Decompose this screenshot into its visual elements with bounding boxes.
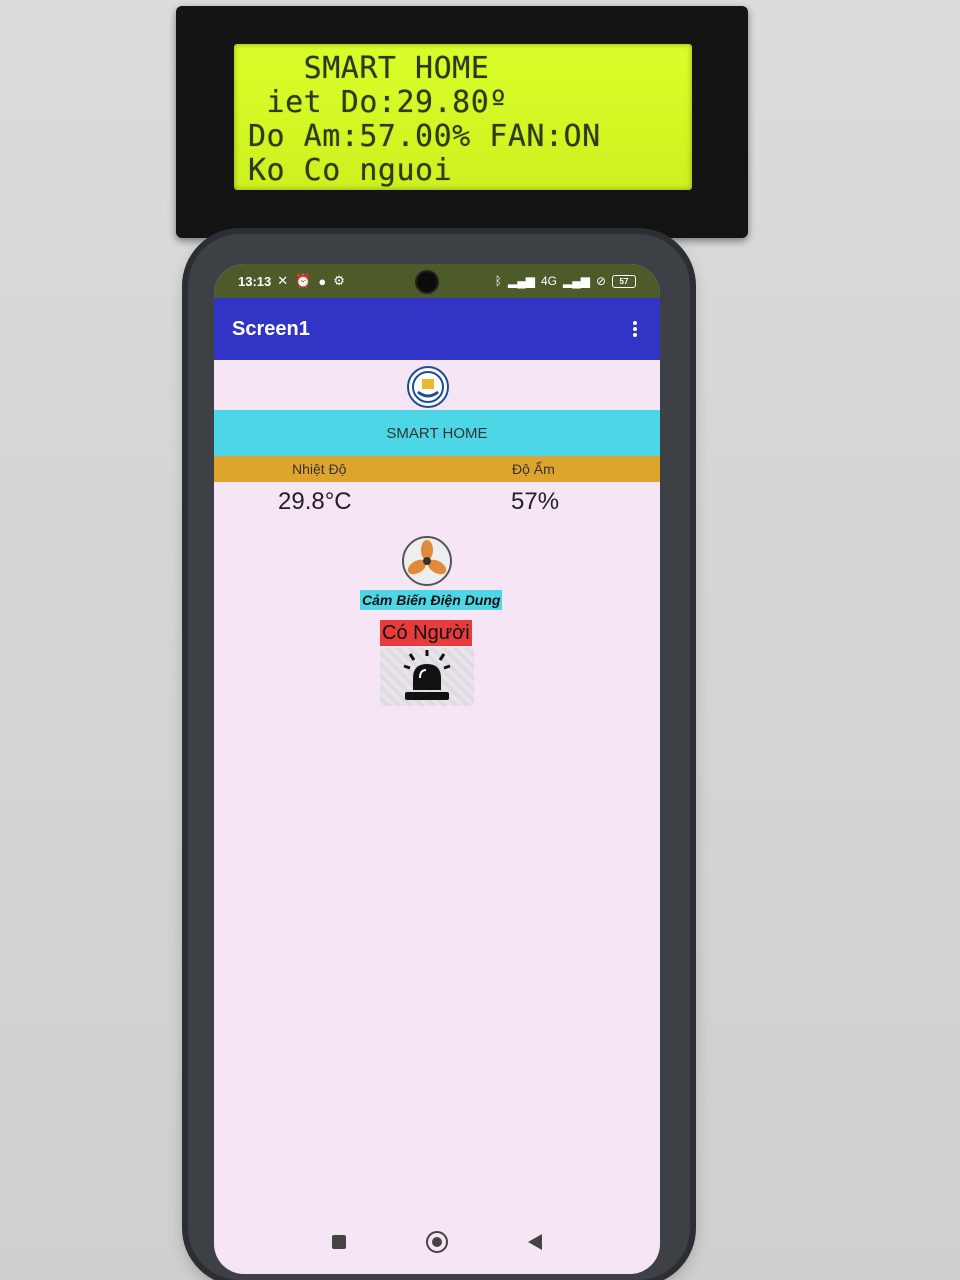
- temperature-value: 29.8°C: [278, 488, 352, 515]
- lcd-line-2: iet Do:29.80º: [248, 85, 508, 120]
- phone: 13:13 ✕ ⏰ ● ⚙ ᛒ ▂▄▆ 4G ▂▄▆ ⊘ 57 Screen1: [188, 234, 690, 1280]
- logo-icon: [407, 366, 449, 408]
- alarm-icon: ⏰: [295, 273, 312, 288]
- settings-icon: ⚙: [333, 273, 345, 288]
- signal-icon-2: ▂▄▆: [562, 274, 590, 288]
- app-bar: Screen1: [214, 298, 660, 360]
- status-icons-left: ✕ ⏰ ● ⚙: [277, 273, 345, 289]
- network-type: 4G: [540, 274, 557, 288]
- overflow-menu-icon[interactable]: [628, 317, 642, 341]
- status-bar: 13:13 ✕ ⏰ ● ⚙ ᛒ ▂▄▆ 4G ▂▄▆ ⊘ 57: [214, 264, 660, 298]
- back-button[interactable]: [528, 1234, 542, 1250]
- smart-home-banner: SMART HOME: [214, 410, 660, 456]
- recent-apps-button[interactable]: [332, 1235, 346, 1249]
- fan-button[interactable]: [402, 536, 452, 586]
- app-title: Screen1: [232, 317, 310, 340]
- status-time: 13:13: [238, 273, 272, 289]
- sensor-labels-row: Nhiệt Độ Độ Ẩm: [214, 456, 660, 482]
- lcd-line-4: Ko Co nguoi: [248, 153, 453, 188]
- lcd-module: SMART HOME iet Do:29.80º Do Am:57.00% FA…: [176, 6, 748, 238]
- lcd-line-1: SMART HOME: [248, 51, 490, 86]
- alarm-light-icon: [380, 648, 474, 706]
- lcd-screen: SMART HOME iet Do:29.80º Do Am:57.00% FA…: [234, 44, 692, 190]
- capacitive-sensor-label: Cảm Biến Điện Dung: [360, 590, 503, 610]
- temperature-label: Nhiệt Độ: [292, 461, 347, 477]
- navigation-bar: [214, 1210, 660, 1274]
- mute-icon: ✕: [277, 273, 289, 288]
- signal-icon: ▂▄▆: [507, 274, 535, 288]
- fan-icon: [407, 540, 447, 575]
- battery-icon: 57: [612, 274, 636, 288]
- presence-status: Có Người: [380, 620, 472, 646]
- front-camera: [417, 272, 437, 292]
- hotspot-icon: ⊘: [595, 274, 606, 288]
- phone-screen: 13:13 ✕ ⏰ ● ⚙ ᛒ ▂▄▆ 4G ▂▄▆ ⊘ 57 Screen1: [214, 264, 660, 1274]
- status-icons-right: ᛒ ▂▄▆ 4G ▂▄▆ ⊘ 57: [495, 274, 636, 288]
- humidity-label: Độ Ẩm: [512, 461, 555, 477]
- lcd-line-3: Do Am:57.00% FAN:ON: [248, 119, 601, 154]
- home-button[interactable]: [426, 1231, 448, 1253]
- bluetooth-icon: ᛒ: [494, 274, 502, 288]
- humidity-value: 57%: [511, 488, 560, 515]
- app-notification-icon: ●: [318, 273, 327, 289]
